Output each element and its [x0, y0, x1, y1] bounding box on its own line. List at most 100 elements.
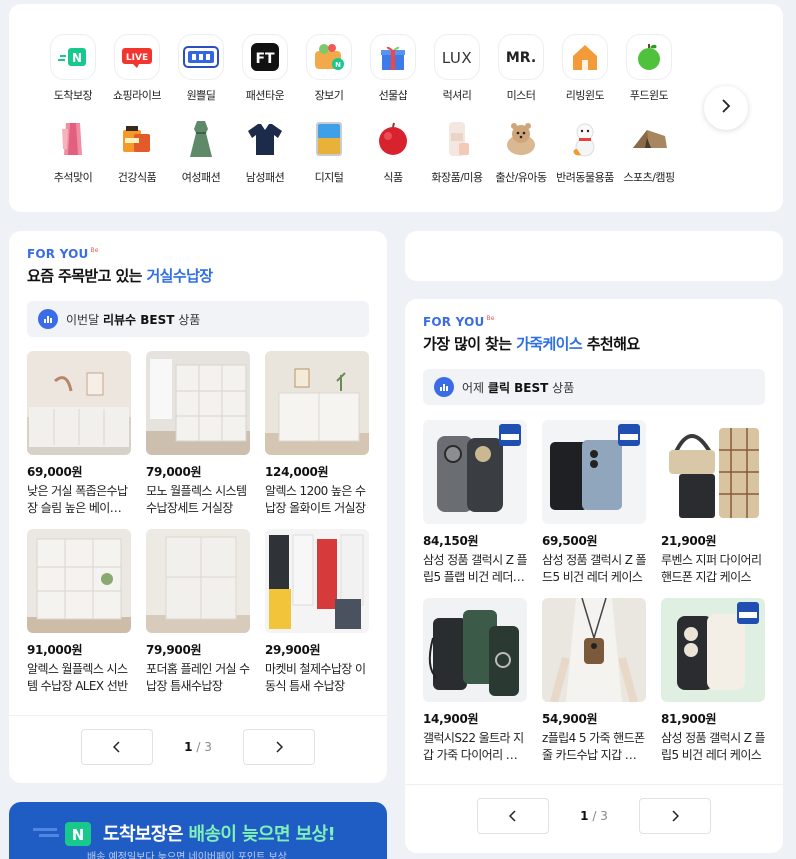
category-item[interactable]: 리빙윈도 [553, 34, 617, 110]
category-item[interactable]: 식품 [361, 116, 425, 192]
category-label: 장보기 [314, 89, 344, 102]
product-item[interactable]: 69,500원 삼성 정품 갤럭시 Z 폴드5 비건 레더 케이스 [542, 420, 646, 586]
category-label: 푸드윈도 [629, 89, 669, 102]
svg-text:N: N [72, 826, 85, 844]
product-image [661, 420, 765, 524]
category-label: 쇼핑라이브 [112, 89, 162, 102]
product-name: 삼성 정품 갤럭시 Z 폴드5 비건 레더 케이스 [542, 553, 646, 584]
product-price: 54,900원 [542, 712, 598, 726]
category-item[interactable]: FT 패션타운 [233, 34, 297, 110]
page-indicator: 1 / 3 [184, 740, 212, 754]
product-price: 29,900원 [265, 643, 321, 657]
health-food-icon [114, 116, 160, 162]
product-item[interactable]: 29,900원 마켓비 철제수납장 이동식 틈새 수납장 [265, 529, 369, 695]
category-item[interactable]: 추석맞이 [41, 116, 105, 192]
product-item[interactable]: 91,000원 알렉스 월플렉스 시스템 수납장 ALEX 선반 [27, 529, 131, 695]
chevron-right-icon [671, 807, 680, 826]
category-item[interactable]: 여성패션 [169, 116, 233, 192]
for-you-label: FOR YOU Be [27, 247, 212, 261]
category-grid: N 도착보장 LIVE 쇼핑라이브 원쁠딜 FT 패션타운 N 장보기 선물샵 … [41, 34, 701, 192]
category-label: 패션타운 [245, 89, 285, 102]
headline-text: 가장 많이 찾는 [423, 335, 517, 353]
category-item[interactable]: 화장품/미용 [425, 116, 489, 192]
recommend-card-living: FOR YOU Be 요즘 주목받고 있는 거실수납장 이번달 리뷰수 BEST… [9, 231, 387, 783]
product-item[interactable]: 21,900원 루벤스 지퍼 다이어리 핸드폰 지갑 케이스 [661, 420, 765, 586]
prev-page-button[interactable] [477, 798, 549, 834]
product-item[interactable]: 79,900원 포더홈 플레인 거실 수납장 틈새수납장 [146, 529, 250, 695]
next-page-button[interactable] [243, 729, 315, 765]
category-label: 식품 [383, 171, 403, 184]
banner-subtitle: 배송 예정일보다 늦으면 네이버페이 포인트 보상 [87, 852, 287, 859]
product-item[interactable]: 54,900원 z플립4 5 가죽 핸드폰 줄 카드수납 지갑 케이스 [542, 598, 646, 764]
page-indicator: 1 / 3 [580, 809, 608, 823]
category-item[interactable]: 건강식품 [105, 116, 169, 192]
best-bar: 이번달 리뷰수 BEST 상품 [27, 301, 369, 337]
next-page-button[interactable] [639, 798, 711, 834]
product-name: 마켓비 철제수납장 이동식 틈새 수납장 [265, 662, 366, 693]
category-label: 디지털 [314, 171, 344, 184]
grocery-icon: N [306, 34, 352, 80]
category-item[interactable]: N 도착보장 [41, 34, 105, 110]
category-item[interactable]: 반려동물용품 [553, 116, 617, 192]
product-name: 루벤스 지퍼 다이어리 핸드폰 지갑 케이스 [661, 553, 762, 584]
svg-text:N: N [72, 51, 82, 65]
delivery-guarantee-banner[interactable]: N 도착보장은 배송이 늦으면 보상! 배송 예정일보다 늦으면 네이버페이 포… [9, 802, 387, 859]
category-label: 스포츠/캠핑 [623, 171, 675, 184]
category-label: 출산/유아동 [495, 171, 547, 184]
category-label: 도착보장 [53, 89, 93, 102]
product-price: 69,500원 [542, 534, 598, 548]
svg-text:FT: FT [255, 51, 275, 67]
category-item[interactable]: 선물샵 [361, 34, 425, 110]
category-item[interactable]: 푸드윈도 [617, 34, 681, 110]
category-label: 리빙윈도 [565, 89, 605, 102]
svg-text:LUX: LUX [442, 49, 472, 67]
product-item[interactable]: 79,000원 모노 월플렉스 시스템 수납장세트 거실장 [146, 351, 250, 517]
category-label: 건강식품 [117, 171, 157, 184]
product-price: 124,000원 [265, 465, 329, 479]
men-fashion-icon [242, 116, 288, 162]
category-next-button[interactable] [704, 86, 748, 130]
category-item[interactable]: 디지털 [297, 116, 361, 192]
product-item[interactable]: 124,000원 알렉스 1200 높은 수납장 올화이트 거실장 [265, 351, 369, 517]
category-item[interactable]: MR. 미스터 [489, 34, 553, 110]
category-label: 미스터 [506, 89, 536, 102]
product-name: 삼성 정품 갤럭시 Z 플립5 비건 레더 케이스 [661, 731, 765, 762]
chevron-right-icon [721, 98, 731, 118]
food-window-icon [626, 34, 672, 80]
headline-keyword: 거실수납장 [146, 267, 213, 285]
product-item[interactable]: 69,000원 낮은 거실 폭좁은수납장 슬림 높은 베이지 수납장 [27, 351, 131, 517]
product-name: 삼성 정품 갤럭시 Z 플립5 플랩 비건 레더 케이스 [423, 553, 527, 584]
category-item[interactable]: LUX 럭셔리 [425, 34, 489, 110]
mister-icon: MR. [498, 34, 544, 80]
product-image [27, 529, 131, 633]
pet-icon [562, 116, 608, 162]
best-bar-text: 어제 클릭 BEST 상품 [462, 380, 575, 395]
product-image [265, 351, 369, 455]
category-label: 여성패션 [181, 171, 221, 184]
food-icon [370, 116, 416, 162]
category-item[interactable]: 스포츠/캠핑 [617, 116, 681, 192]
svg-text:LIVE: LIVE [126, 53, 148, 63]
category-item[interactable]: 원쁠딜 [169, 34, 233, 110]
cosmetics-icon [434, 116, 480, 162]
product-price: 79,000원 [146, 465, 202, 479]
sports-camping-icon [626, 116, 672, 162]
category-item[interactable]: 남성패션 [233, 116, 297, 192]
for-you-label: FOR YOU Be [423, 315, 640, 329]
prev-page-button[interactable] [81, 729, 153, 765]
category-item[interactable]: N 장보기 [297, 34, 361, 110]
product-image [542, 598, 646, 702]
category-label: 럭셔리 [442, 89, 472, 102]
product-item[interactable]: 84,150원 삼성 정품 갤럭시 Z 플립5 플랩 비건 레더 케이스 [423, 420, 527, 586]
category-label: 추석맞이 [53, 171, 93, 184]
category-label: 선물샵 [378, 89, 408, 102]
best-bar-text: 이번달 리뷰수 BEST 상품 [66, 312, 201, 327]
chevron-left-icon [112, 738, 121, 757]
product-item[interactable]: 81,900원 삼성 정품 갤럭시 Z 플립5 비건 레더 케이스 [661, 598, 765, 764]
banner-title: 도착보장은 배송이 늦으면 보상! [103, 824, 336, 845]
chevron-left-icon [508, 807, 517, 826]
category-item[interactable]: 출산/유아동 [489, 116, 553, 192]
category-item[interactable]: LIVE 쇼핑라이브 [105, 34, 169, 110]
product-item[interactable]: 14,900원 갤럭시S22 울트라 지갑 가죽 다이어리 케이스 [423, 598, 527, 764]
live-icon: LIVE [114, 34, 160, 80]
